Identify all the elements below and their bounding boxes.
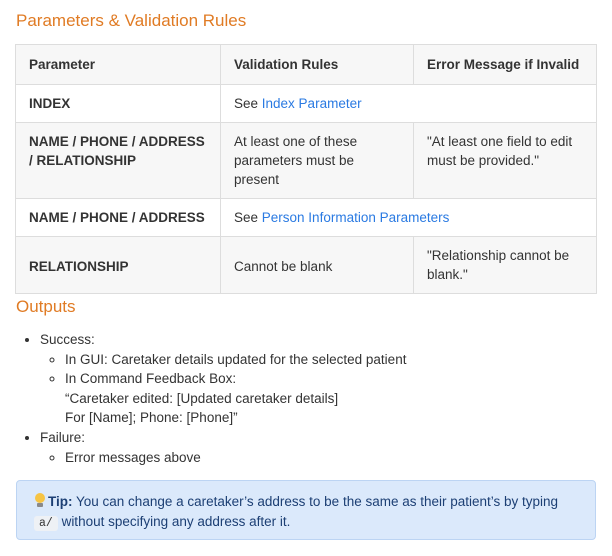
tip-code: a/ <box>34 515 58 531</box>
lightbulb-icon <box>34 493 46 508</box>
tip-label: Tip: <box>48 494 73 509</box>
tip-callout: Tip: You can change a caretaker’s addres… <box>16 480 596 540</box>
success-feedback-label: In Command Feedback Box: <box>65 371 237 387</box>
header-error-message: Error Message if Invalid <box>413 44 597 85</box>
table-row: NAME / PHONE / ADDRESS See Person Inform… <box>15 198 597 237</box>
rule-prefix: See <box>234 96 262 111</box>
outputs-heading: Outputs <box>16 297 76 316</box>
success-feedback-line1: “Caretaker edited: [Updated caretaker de… <box>65 390 339 406</box>
header-validation-rules: Validation Rules <box>220 44 414 85</box>
rule-cell: Cannot be blank <box>220 236 414 294</box>
list-item: Error messages above <box>65 448 600 468</box>
param-cell: NAME / PHONE / ADDRESS <box>15 198 221 237</box>
param-cell: NAME / PHONE / ADDRESS / RELATIONSHIP <box>15 122 221 199</box>
outputs-list: Success: In GUI: Caretaker details updat… <box>20 330 600 467</box>
list-item: Failure: Error messages above <box>40 428 600 467</box>
list-item: In GUI: Caretaker details updated for th… <box>65 350 600 370</box>
index-parameter-link[interactable]: Index Parameter <box>262 96 362 111</box>
success-feedback-line2: For [Name]; Phone: [Phone]” <box>65 410 238 426</box>
success-label: Success: <box>40 332 95 347</box>
person-information-parameters-link[interactable]: Person Information Parameters <box>262 210 450 225</box>
header-parameter: Parameter <box>15 44 221 85</box>
failure-label: Failure: <box>40 429 86 445</box>
param-cell: INDEX <box>15 84 221 123</box>
tip-text-before: You can change a caretaker’s address to … <box>72 494 559 509</box>
rule-cell: See Person Information Parameters <box>220 198 597 237</box>
table-row: RELATIONSHIP Cannot be blank "Relationsh… <box>15 236 597 294</box>
table-row: NAME / PHONE / ADDRESS / RELATIONSHIP At… <box>15 122 597 199</box>
rule-cell: At least one of these parameters must be… <box>220 122 414 199</box>
tip-text-after: without specifying any address after it. <box>57 513 291 529</box>
error-cell: "Relationship cannot be blank." <box>413 236 597 294</box>
list-item: Success: In GUI: Caretaker details updat… <box>40 330 600 428</box>
success-gui: In GUI: Caretaker details updated for th… <box>65 351 407 367</box>
error-cell: "At least one field to edit must be prov… <box>413 122 597 199</box>
list-item: In Command Feedback Box: “Caretaker edit… <box>65 369 600 428</box>
param-cell: RELATIONSHIP <box>15 236 221 294</box>
rule-prefix: See <box>234 210 262 225</box>
params-table: Parameter Validation Rules Error Message… <box>15 44 597 294</box>
table-header-row: Parameter Validation Rules Error Message… <box>15 44 597 85</box>
failure-detail: Error messages above <box>65 449 201 465</box>
rule-cell: See Index Parameter <box>220 84 597 123</box>
table-row: INDEX See Index Parameter <box>15 84 597 123</box>
params-heading: Parameters & Validation Rules <box>16 11 247 30</box>
